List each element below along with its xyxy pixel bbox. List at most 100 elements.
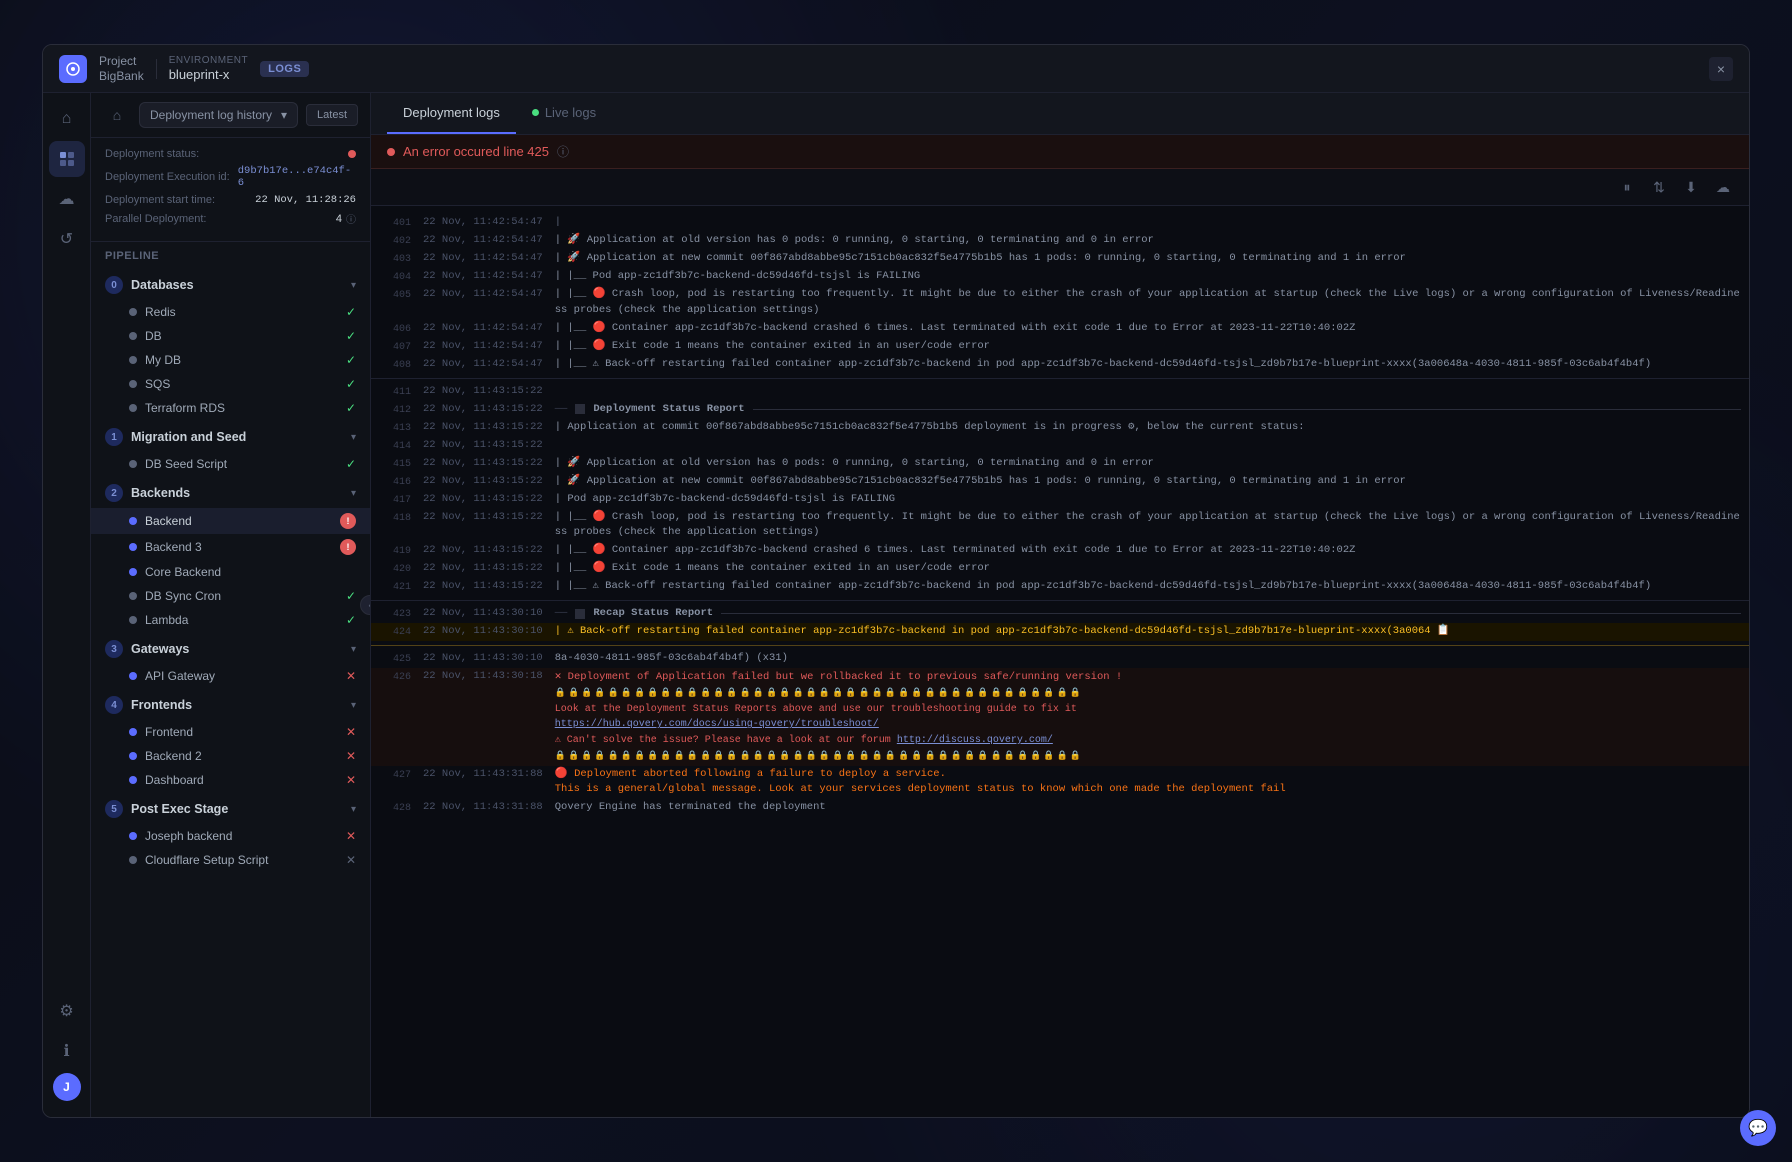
- pipeline-group-migration: 1 Migration and Seed ▾ DB Seed Script ✓: [91, 422, 370, 476]
- log-line: 415 22 Nov, 11:43:15:22 | 🚀 Application …: [371, 455, 1749, 473]
- list-item[interactable]: Dashboard ✕: [91, 768, 370, 792]
- pipeline-label: Pipeline: [91, 242, 370, 270]
- item-dbsynccron-name: DB Sync Cron: [145, 589, 338, 603]
- item-lambda-name: Lambda: [145, 613, 338, 627]
- log-line: 405 22 Nov, 11:42:54:47 | |__ 🔴 Crash lo…: [371, 286, 1749, 320]
- list-item[interactable]: Lambda ✓: [91, 608, 370, 632]
- chat-button[interactable]: 💬: [1740, 1110, 1776, 1146]
- log-line: 402 22 Nov, 11:42:54:47 | 🚀 Application …: [371, 232, 1749, 250]
- tab-live-logs[interactable]: Live logs: [516, 93, 612, 134]
- breadcrumb-text: Deployment log history: [150, 108, 272, 122]
- item-cloudflare-name: Cloudflare Setup Script: [145, 853, 338, 867]
- group-number-0: 0: [105, 276, 123, 294]
- project-label: Project: [99, 54, 144, 68]
- list-item[interactable]: Terraform RDS ✓: [91, 396, 370, 420]
- log-line: 420 22 Nov, 11:43:15:22 | |__ 🔴 Exit cod…: [371, 560, 1749, 578]
- pipeline-group-backends: 2 Backends ▾ Backend ! Backend 3 !: [91, 478, 370, 632]
- item-mydb-status-icon: ✓: [346, 353, 356, 367]
- group-number-5: 5: [105, 800, 123, 818]
- item-dot-dashboard: [129, 776, 137, 784]
- list-item[interactable]: DB ✓: [91, 324, 370, 348]
- list-item[interactable]: Backend 2 ✕: [91, 744, 370, 768]
- item-mydb-name: My DB: [145, 353, 338, 367]
- parallel-info-icon: ⓘ: [346, 211, 356, 226]
- breadcrumb-chevron-icon: ▾: [281, 108, 287, 122]
- sidebar-settings-icon[interactable]: ⚙: [49, 993, 85, 1029]
- log-separator: [371, 645, 1749, 646]
- sidebar-info-icon[interactable]: ℹ: [49, 1033, 85, 1069]
- status-label: Deployment status:: [105, 148, 199, 160]
- list-item[interactable]: My DB ✓: [91, 348, 370, 372]
- log-line: 428 22 Nov, 11:43:31:88 Qovery Engine ha…: [371, 799, 1749, 817]
- log-area[interactable]: 401 22 Nov, 11:42:54:47 | 402 22 Nov, 11…: [371, 206, 1749, 1117]
- execution-id-value: d9b7b17e...e74c4f-6: [238, 165, 356, 189]
- sidebar-history-icon[interactable]: ↺: [49, 221, 85, 257]
- group-migration-header[interactable]: 1 Migration and Seed ▾: [91, 422, 370, 452]
- error-banner: An error occured line 425 ⓘ: [371, 135, 1749, 169]
- main-window: Project BigBank Environment blueprint-x …: [42, 44, 1750, 1118]
- list-item[interactable]: Joseph backend ✕: [91, 824, 370, 848]
- group-frontends-header[interactable]: 4 Frontends ▾: [91, 690, 370, 720]
- list-item[interactable]: Redis ✓: [91, 300, 370, 324]
- log-line-error: 426 22 Nov, 11:43:30:18 ✕ Deployment of …: [371, 668, 1749, 766]
- log-toolbar: ⏸ ⇅ ⬇ ☁: [371, 169, 1749, 206]
- error-banner-text: An error occured line 425: [403, 144, 549, 159]
- log-line: 427 22 Nov, 11:43:31:88 🔴 Deployment abo…: [371, 766, 1749, 800]
- nav-sidebar: ⌂ Deployment log history ▾ Latest Deploy…: [91, 93, 371, 1117]
- log-line: 418 22 Nov, 11:43:15:22 | |__ 🔴 Crash lo…: [371, 509, 1749, 543]
- log-line: 419 22 Nov, 11:43:15:22 | |__ 🔴 Containe…: [371, 542, 1749, 560]
- item-cloudflare-status-icon: ✕: [346, 853, 356, 867]
- log-line: 413 22 Nov, 11:43:15:22 | Application at…: [371, 419, 1749, 437]
- log-line: 417 22 Nov, 11:43:15:22 | Pod app-zc1df3…: [371, 491, 1749, 509]
- item-frontend-status-icon: ✕: [346, 725, 356, 739]
- log-line: 408 22 Nov, 11:42:54:47 | |__ ⚠ Back-off…: [371, 356, 1749, 374]
- item-db-status-icon: ✓: [346, 329, 356, 343]
- group-databases-name: Databases: [131, 278, 343, 292]
- item-lambda-status-icon: ✓: [346, 613, 356, 627]
- sidebar-cloud-icon[interactable]: ☁: [49, 181, 85, 217]
- list-item[interactable]: API Gateway ✕: [91, 664, 370, 688]
- list-item[interactable]: DB Sync Cron ✓: [91, 584, 370, 608]
- start-time-value: 22 Nov, 11:28:26: [255, 194, 356, 206]
- group-number-3: 3: [105, 640, 123, 658]
- sidebar-deploy-icon[interactable]: [49, 141, 85, 177]
- error-info-icon[interactable]: ⓘ: [557, 143, 569, 160]
- list-item[interactable]: SQS ✓: [91, 372, 370, 396]
- group-postexec-chevron-icon: ▾: [351, 804, 356, 815]
- group-migration-name: Migration and Seed: [131, 430, 343, 444]
- item-dot-backend: [129, 517, 137, 525]
- list-item[interactable]: Cloudflare Setup Script ✕: [91, 848, 370, 872]
- latest-button[interactable]: Latest: [306, 104, 358, 126]
- group-gateways-header[interactable]: 3 Gateways ▾: [91, 634, 370, 664]
- sidebar-home-icon[interactable]: ⌂: [49, 101, 85, 137]
- group-number-2: 2: [105, 484, 123, 502]
- deployment-log-history-button[interactable]: Deployment log history ▾: [139, 102, 298, 128]
- list-item[interactable]: Backend !: [91, 508, 370, 534]
- group-databases-header[interactable]: 0 Databases ▾: [91, 270, 370, 300]
- tab-deployment-logs[interactable]: Deployment logs: [387, 93, 516, 134]
- log-line: 407 22 Nov, 11:42:54:47 | |__ 🔴 Exit cod…: [371, 338, 1749, 356]
- group-backends-header[interactable]: 2 Backends ▾: [91, 478, 370, 508]
- pipeline-group-postexec: 5 Post Exec Stage ▾ Joseph backend ✕ Clo…: [91, 794, 370, 872]
- log-line: 411 22 Nov, 11:43:15:22: [371, 383, 1749, 401]
- nav-home-button[interactable]: ⌂: [103, 101, 131, 129]
- item-backend3-name: Backend 3: [145, 540, 332, 554]
- item-dot-josephbackend: [129, 832, 137, 840]
- list-item[interactable]: Frontend ✕: [91, 720, 370, 744]
- icon-sidebar: ⌂ ☁ ↺ ⚙ ℹ J: [43, 93, 91, 1117]
- filter-button[interactable]: ⇅: [1645, 173, 1673, 201]
- list-item[interactable]: Core Backend: [91, 560, 370, 584]
- item-dbseed-status-icon: ✓: [346, 457, 356, 471]
- title-divider: [156, 59, 157, 79]
- settings-log-button[interactable]: ☁: [1709, 173, 1737, 201]
- download-button[interactable]: ⬇: [1677, 173, 1705, 201]
- group-postexec-header[interactable]: 5 Post Exec Stage ▾: [91, 794, 370, 824]
- close-button[interactable]: ×: [1709, 57, 1733, 81]
- pipeline-group-gateways: 3 Gateways ▾ API Gateway ✕: [91, 634, 370, 688]
- item-dashboard-status-icon: ✕: [346, 773, 356, 787]
- execution-id-label: Deployment Execution id:: [105, 171, 230, 183]
- nav-header: ⌂ Deployment log history ▾ Latest: [91, 93, 370, 138]
- list-item[interactable]: Backend 3 !: [91, 534, 370, 560]
- list-item[interactable]: DB Seed Script ✓: [91, 452, 370, 476]
- pause-button[interactable]: ⏸: [1613, 173, 1641, 201]
